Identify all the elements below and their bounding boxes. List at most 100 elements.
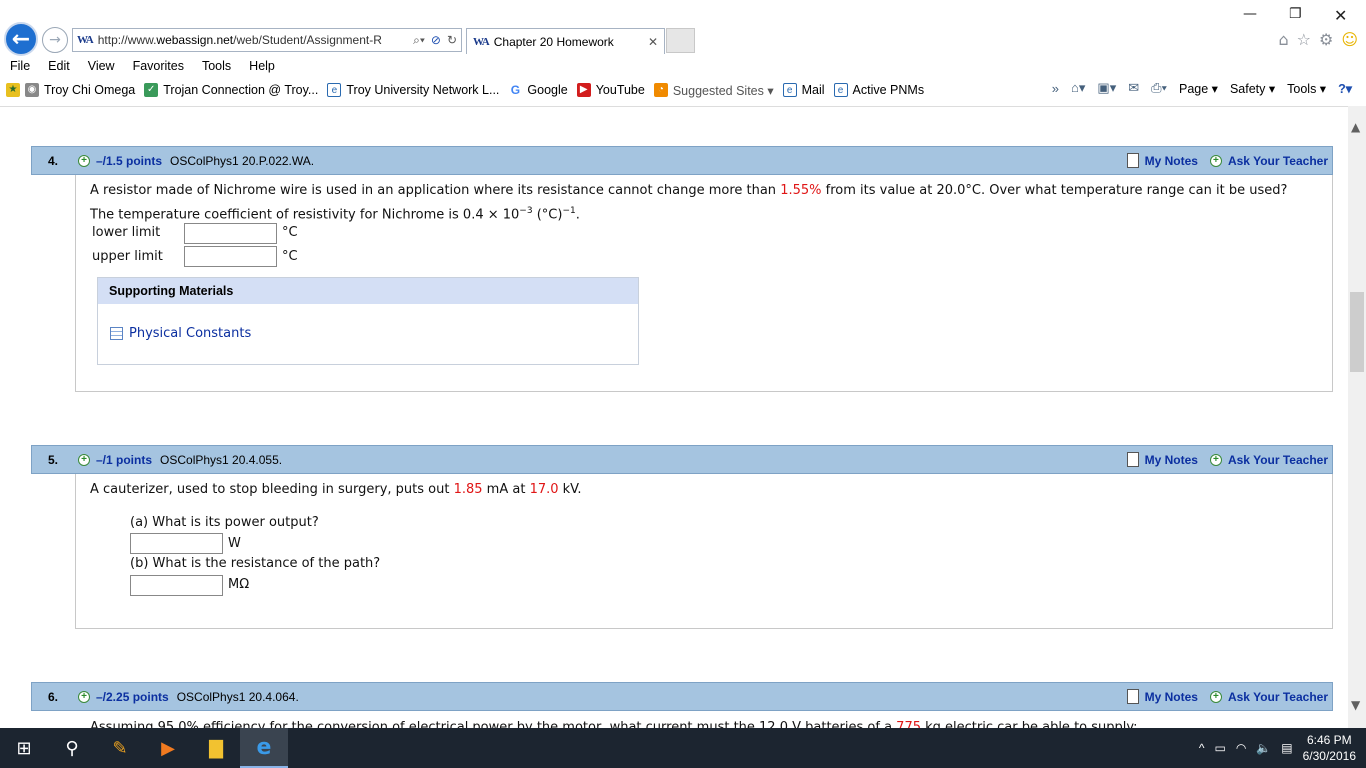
scroll-up-icon[interactable]: ▲ — [1351, 120, 1360, 134]
upper-limit-unit: °C — [282, 249, 298, 264]
menu-help[interactable]: Help — [249, 59, 275, 73]
add-favorites-star-icon[interactable]: ★ — [6, 83, 20, 97]
question-code: OSColPhys1 20.4.055. — [160, 452, 283, 467]
notes-page-icon[interactable] — [1126, 689, 1139, 704]
clock[interactable]: 6:46 PM 6/30/2016 — [1303, 732, 1356, 764]
q4-period: . — [575, 207, 580, 223]
battery-icon[interactable]: ▭ — [1214, 741, 1225, 755]
settings-gear-icon[interactable]: ⚙ — [1319, 30, 1333, 49]
clock-time: 6:46 PM — [1306, 733, 1352, 747]
my-notes-link[interactable]: My Notes — [1145, 154, 1198, 168]
url-domain: webassign.net — [156, 33, 234, 47]
start-windows-icon[interactable]: ⊞ — [0, 728, 48, 768]
help-menu-button[interactable]: ?▾ — [1338, 81, 1352, 96]
ask-plus-icon[interactable]: + — [1209, 154, 1222, 167]
my-notes-link[interactable]: My Notes — [1145, 453, 1198, 467]
notes-page-icon[interactable] — [1126, 153, 1139, 168]
chevron-more-icon[interactable]: » — [1052, 81, 1059, 96]
table-icon — [110, 327, 123, 340]
lower-limit-label: lower limit — [92, 225, 161, 240]
menu-favorites[interactable]: Favorites — [133, 59, 184, 73]
file-explorer-icon[interactable]: ▇ — [192, 728, 240, 768]
safety-menu-button[interactable]: Safety ▾ — [1230, 81, 1275, 96]
question-6-text: Assuming 95.0% efficiency for the conver… — [90, 717, 1138, 728]
q5-current-value: 1.85 — [453, 482, 483, 497]
menu-edit[interactable]: Edit — [48, 59, 70, 73]
stop-icon[interactable]: ⊘ — [431, 33, 441, 48]
expand-plus-icon[interactable]: + — [78, 453, 90, 466]
restore-icon[interactable]: ❐ — [1289, 6, 1302, 22]
ask-plus-icon[interactable]: + — [1209, 690, 1222, 703]
question-points: –/1.5 points — [96, 153, 163, 168]
close-window-icon[interactable]: ✕ — [1334, 6, 1347, 25]
ask-your-teacher-link[interactable]: Ask Your Teacher — [1228, 453, 1328, 467]
notes-page-icon[interactable] — [1126, 452, 1139, 467]
volume-icon[interactable]: 🔈 — [1256, 741, 1271, 755]
question-5-header: 5. + –/1 points OSColPhys1 20.4.055. My … — [31, 445, 1333, 474]
lower-limit-input[interactable] — [184, 223, 277, 244]
favorite-troy-chi-omega[interactable]: ◉ Troy Chi Omega — [25, 83, 135, 97]
expand-plus-icon[interactable]: + — [78, 690, 90, 703]
favorite-troy-university-network[interactable]: e Troy University Network L... — [327, 83, 499, 97]
home-icon[interactable]: ⌂ — [1278, 30, 1288, 49]
scroll-down-icon[interactable]: ▼ — [1351, 698, 1360, 712]
menu-tools[interactable]: Tools — [202, 59, 231, 73]
favorite-suggested-sites[interactable]: ◔ Suggested Sites ▾ — [653, 83, 774, 98]
menu-file[interactable]: File — [10, 59, 30, 73]
expand-plus-icon[interactable]: + — [78, 154, 90, 167]
q4-text-b: from its value at 20.0°C. Over what temp… — [821, 183, 1288, 198]
menu-bar: File Edit View Favorites Tools Help — [0, 56, 1366, 76]
tools-menu-button[interactable]: Tools ▾ — [1287, 81, 1326, 96]
minimize-icon[interactable]: — — [1243, 6, 1257, 22]
resistance-input[interactable] — [130, 575, 223, 596]
scrollbar-thumb[interactable] — [1350, 292, 1364, 372]
my-notes-link[interactable]: My Notes — [1145, 690, 1198, 704]
search-icon[interactable]: ⌕▾ — [413, 33, 425, 48]
ask-your-teacher-link[interactable]: Ask Your Teacher — [1228, 690, 1328, 704]
upper-limit-input[interactable] — [184, 246, 277, 267]
forward-arrow-icon: → — [49, 32, 61, 48]
favorite-mail[interactable]: e Mail — [782, 83, 825, 97]
question-code: OSColPhys1 20.P.022.WA. — [170, 153, 315, 168]
refresh-icon[interactable]: ↻ — [447, 33, 457, 48]
new-tab-button[interactable] — [666, 28, 695, 53]
read-mail-icon[interactable]: ✉ — [1128, 80, 1139, 96]
power-output-input[interactable] — [130, 533, 223, 554]
question-number: 5. — [47, 452, 58, 467]
search-icon[interactable]: ⚲ — [48, 728, 96, 768]
physical-constants-link[interactable]: Physical Constants — [110, 326, 251, 341]
favorite-trojan-connection[interactable]: ✓ Trojan Connection @ Troy... — [144, 83, 318, 97]
home-page-icon[interactable]: ⌂▾ — [1071, 80, 1085, 96]
print-icon[interactable]: ⎙▾ — [1151, 80, 1167, 96]
favorite-google[interactable]: G Google — [508, 83, 568, 97]
address-url[interactable]: http://www.webassign.net/web/Student/Ass… — [98, 33, 398, 47]
ask-your-teacher-link[interactable]: Ask Your Teacher — [1228, 154, 1328, 168]
favorite-active-pnms[interactable]: e Active PNMs — [833, 83, 924, 97]
favorites-star-icon[interactable]: ☆ — [1297, 30, 1311, 49]
forward-button[interactable]: → — [42, 27, 68, 53]
back-button[interactable]: ← — [4, 22, 38, 56]
supporting-materials-box: Supporting Materials Physical Constants — [97, 277, 639, 365]
notifications-icon[interactable]: ▤ — [1281, 741, 1292, 755]
google-icon: G — [508, 83, 523, 97]
tab-chapter-20-homework[interactable]: WA Chapter 20 Homework ✕ — [466, 28, 665, 54]
resistance-unit: MΩ — [228, 577, 250, 592]
rss-feeds-icon[interactable]: ▣▾ — [1097, 80, 1116, 96]
tools-app-icon[interactable]: ✎ — [96, 728, 144, 768]
favorite-label: Troy Chi Omega — [44, 83, 136, 97]
ie-page-icon: e — [782, 83, 797, 97]
show-hidden-icons-chevron-icon[interactable]: ^ — [1199, 741, 1205, 755]
wifi-icon[interactable]: ◠ — [1236, 741, 1246, 755]
page-menu-button[interactable]: Page ▾ — [1179, 81, 1218, 96]
system-tray: ^ ▭ ◠ 🔈 ▤ 6:46 PM 6/30/2016 — [1199, 732, 1366, 764]
ask-plus-icon[interactable]: + — [1209, 453, 1222, 466]
menu-view[interactable]: View — [88, 59, 115, 73]
vertical-scrollbar[interactable]: ▲ ▼ — [1348, 106, 1366, 728]
address-bar[interactable]: WA http://www.webassign.net/web/Student/… — [72, 28, 462, 52]
favorite-youtube[interactable]: ▶ YouTube — [576, 83, 645, 97]
smiley-feedback-icon[interactable]: ☺ — [1341, 30, 1358, 49]
close-tab-icon[interactable]: ✕ — [648, 35, 658, 49]
power-unit: W — [228, 536, 241, 551]
media-player-icon[interactable]: ▶ — [144, 728, 192, 768]
internet-explorer-icon[interactable]: e — [240, 728, 288, 768]
